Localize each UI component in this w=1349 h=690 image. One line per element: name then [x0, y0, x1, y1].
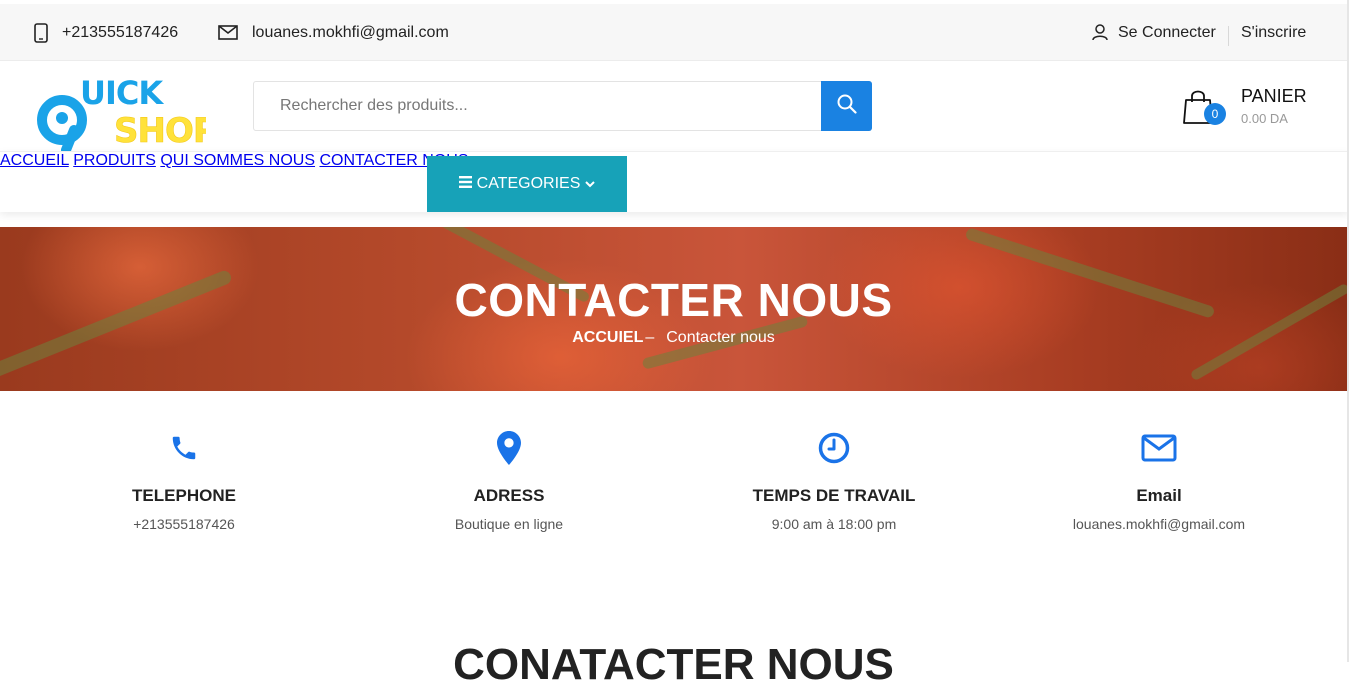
page-title: CONTACTER NOUS [454, 274, 893, 326]
chevron-down-icon [585, 175, 596, 193]
top-bar: +213555187426 louanes.mokhfi@gmail.com S… [0, 4, 1349, 61]
info-telephone: TELEPHONE +213555187426 [44, 428, 324, 532]
info-address: ADRESS Boutique en ligne [369, 428, 649, 532]
breadcrumb-current: Contacter nous [666, 329, 775, 346]
info-value: 9:00 am à 18:00 pm [771, 516, 897, 532]
info-value: +213555187426 [133, 516, 235, 532]
nav-link-produits[interactable]: PRODUITS [73, 152, 156, 169]
contact-section-title: CONATACTER NOUS [453, 640, 894, 689]
page-banner: CONTACTER NOUS ACCUIEL – Contacter nous [0, 227, 1347, 391]
info-value: louanes.mokhfi@gmail.com [1072, 516, 1246, 532]
main-nav: CATEGORIES ACCUEIL PRODUITS QUI SOMMES N… [0, 151, 1349, 212]
login-label: Se Connecter [1118, 23, 1216, 41]
clock-icon [694, 428, 974, 468]
topbar-email-text: louanes.mokhfi@gmail.com [252, 23, 449, 41]
svg-text:SHOP: SHOP [114, 111, 206, 151]
info-email: Email louanes.mokhfi@gmail.com [1019, 428, 1299, 532]
breadcrumb-separator: – [645, 329, 655, 346]
cart-amount: 0.00 DA [1241, 111, 1288, 126]
login-link[interactable]: Se Connecter [1092, 4, 1216, 61]
signup-label: S'inscrire [1241, 23, 1307, 41]
search-icon [837, 94, 857, 119]
topbar-phone[interactable]: +213555187426 [34, 4, 178, 61]
site-logo[interactable]: UICK SHOP [36, 68, 218, 155]
info-working-hours: TEMPS DE TRAVAIL 9:00 am à 18:00 pm [694, 428, 974, 532]
categories-label: CATEGORIES [476, 175, 581, 192]
breadcrumb: ACCUIEL – Contacter nous [0, 329, 1347, 347]
phone-icon [44, 428, 324, 468]
cart-widget[interactable]: 0 PANIER 0.00 DA [1183, 86, 1323, 136]
mobile-phone-icon [34, 22, 48, 43]
user-icon [1092, 24, 1108, 41]
topbar-phone-text: +213555187426 [62, 23, 179, 41]
cart-title: PANIER [1241, 86, 1307, 106]
info-title: Email [1136, 486, 1182, 505]
signup-link[interactable]: S'inscrire [1241, 4, 1306, 61]
hamburger-icon [458, 175, 472, 193]
breadcrumb-home[interactable]: ACCUIEL [572, 329, 643, 346]
search-button[interactable] [821, 81, 872, 131]
info-title: TELEPHONE [132, 486, 236, 505]
categories-button[interactable]: CATEGORIES [427, 156, 627, 212]
search-bar [253, 81, 872, 131]
topbar-divider [1228, 26, 1229, 46]
search-input[interactable] [254, 82, 822, 130]
topbar-email[interactable]: louanes.mokhfi@gmail.com [218, 4, 449, 61]
info-title: TEMPS DE TRAVAIL [752, 486, 916, 505]
location-pin-icon [369, 428, 649, 468]
envelope-icon [1019, 428, 1299, 468]
cart-count-badge: 0 [1204, 103, 1226, 125]
envelope-icon [218, 25, 238, 40]
info-title: ADRESS [473, 486, 545, 505]
svg-text:UICK: UICK [80, 74, 164, 112]
nav-link-qui-sommes-nous[interactable]: QUI SOMMES NOUS [160, 152, 315, 169]
info-value: Boutique en ligne [454, 516, 564, 532]
nav-link-accueil[interactable]: ACCUEIL [0, 152, 69, 169]
